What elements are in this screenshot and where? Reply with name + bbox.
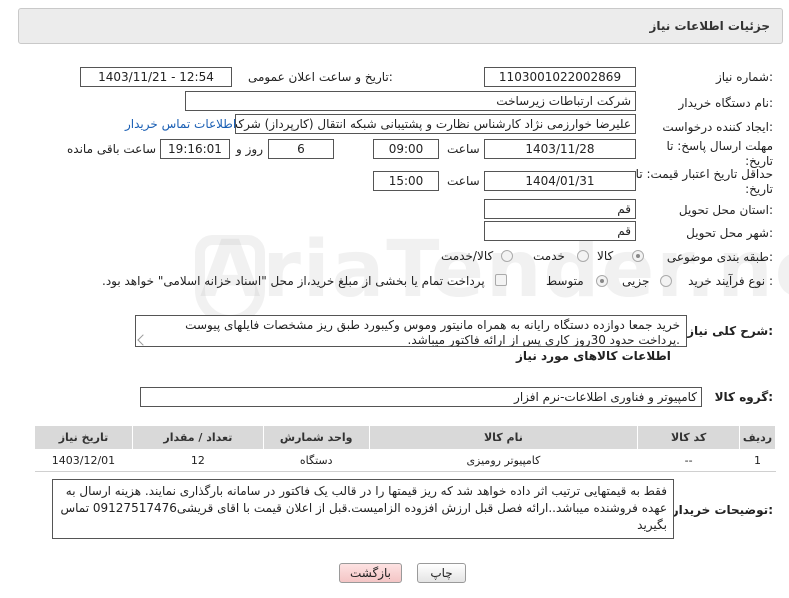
page-header: جزئیات اطلاعات نیاز	[18, 8, 783, 44]
remaining-days: 6	[268, 139, 334, 159]
process-medium-label: متوسط	[546, 274, 584, 288]
cell-name: کامپیوتر رومیزی	[369, 449, 638, 472]
cell-unit: دستگاه	[263, 449, 370, 472]
buyer-notes-text: فقط به قیمتهایی ترتیب اثر داده خواهد شد …	[60, 484, 667, 532]
category-service-radio[interactable]	[577, 250, 589, 262]
description-textarea: خرید جمعا دوازده دستگاه رایانه به همراه …	[135, 315, 687, 347]
resize-grip-icon[interactable]	[137, 334, 149, 346]
delivery-province-field: قم	[484, 199, 636, 219]
category-service-label: خدمت	[533, 249, 565, 263]
description-label: شرح کلی نیاز:	[687, 324, 773, 338]
cell-quantity: 12	[132, 449, 264, 472]
cell-code: --	[637, 449, 740, 472]
description-text: خرید جمعا دوازده دستگاه رایانه به همراه …	[185, 318, 680, 347]
category-goods-radio[interactable]	[632, 250, 644, 262]
col-need-date: تاریخ نیاز	[34, 425, 133, 450]
purchase-process-label: نوع فرآیند خرید :	[688, 274, 773, 288]
table-row: 1 -- کامپیوتر رومیزی دستگاه 12 1403/12/0…	[34, 449, 776, 472]
process-minor-label: جزیی	[622, 274, 650, 288]
cell-need-date: 1403/12/01	[34, 449, 133, 472]
goods-info-title: اطلاعات کالاهای مورد نیاز	[516, 349, 671, 363]
buyer-org-field: شرکت ارتباطات زیرساخت	[185, 91, 636, 111]
page-title: جزئیات اطلاعات نیاز	[649, 19, 770, 33]
price-validity-label: حداقل تاریخ اعتبار قیمت: تا تاریخ:	[635, 167, 773, 196]
price-validity-date: 1404/01/31	[484, 171, 636, 191]
goods-group-label: گروه کالا:	[714, 390, 773, 404]
delivery-city-field: قم	[484, 221, 636, 241]
col-code: کد کالا	[637, 425, 741, 450]
col-name: نام کالا	[368, 425, 639, 450]
treasury-bonds-note: پرداخت تمام یا بخشی از مبلغ خرید،از محل …	[102, 274, 485, 288]
remaining-time: 19:16:01	[160, 139, 230, 159]
category-both-radio[interactable]	[501, 250, 513, 262]
buyer-notes-label: توضیحات خریدار:	[671, 503, 773, 517]
category-both-label: کالا/خدمت	[441, 249, 494, 263]
delivery-province-label: استان محل تحویل:	[678, 203, 773, 217]
price-validity-time: 15:00	[373, 171, 439, 191]
buyer-notes-textarea: فقط به قیمتهایی ترتیب اثر داده خواهد شد …	[52, 479, 674, 539]
items-table: ردیف کد کالا نام کالا واحد شمارش تعداد /…	[34, 425, 776, 472]
process-minor-radio[interactable]	[660, 275, 672, 287]
col-quantity: تعداد / مقدار	[131, 425, 264, 450]
print-button[interactable]: چاپ	[417, 563, 466, 583]
announce-datetime-label: تاریخ و ساعت اعلان عمومی:	[248, 70, 393, 84]
reply-deadline-label: مهلت ارسال پاسخ: تا تاریخ:	[666, 139, 773, 168]
buyer-contact-link[interactable]: اطلاعات تماس خریدار	[125, 117, 236, 131]
days-label: روز و	[236, 142, 263, 156]
requester-label: ایجاد کننده درخواست:	[662, 120, 773, 134]
buyer-org-label: نام دستگاه خریدار:	[678, 96, 774, 110]
delivery-city-label: شهر محل تحویل:	[686, 226, 773, 240]
cell-row: 1	[739, 449, 776, 472]
need-number-field: 1103001022002869	[484, 67, 636, 87]
col-row: ردیف	[739, 425, 776, 450]
remaining-label: ساعت باقی مانده	[67, 142, 157, 156]
reply-deadline-time: 09:00	[373, 139, 439, 159]
reply-time-label: ساعت	[447, 142, 480, 156]
process-medium-radio[interactable]	[596, 275, 608, 287]
treasury-bonds-checkbox[interactable]	[495, 274, 507, 286]
category-label: طبقه بندی موضوعی:	[666, 250, 773, 264]
back-button[interactable]: بازگشت	[339, 563, 402, 583]
reply-deadline-date: 1403/11/28	[484, 139, 636, 159]
items-table-header: ردیف کد کالا نام کالا واحد شمارش تعداد /…	[34, 425, 776, 450]
requester-field: علیرضا خوارزمی نژاد کارشناس نظارت و پشتی…	[235, 114, 636, 134]
announce-datetime-field: 1403/11/21 - 12:54	[80, 67, 232, 87]
category-goods-label: کالا	[597, 249, 614, 263]
need-number-label: شماره نیاز:	[715, 70, 773, 84]
col-unit: واحد شمارش	[262, 425, 370, 450]
goods-group-field: کامپیوتر و فناوری اطلاعات-نرم افزار	[140, 387, 702, 407]
price-validity-time-label: ساعت	[447, 174, 480, 188]
